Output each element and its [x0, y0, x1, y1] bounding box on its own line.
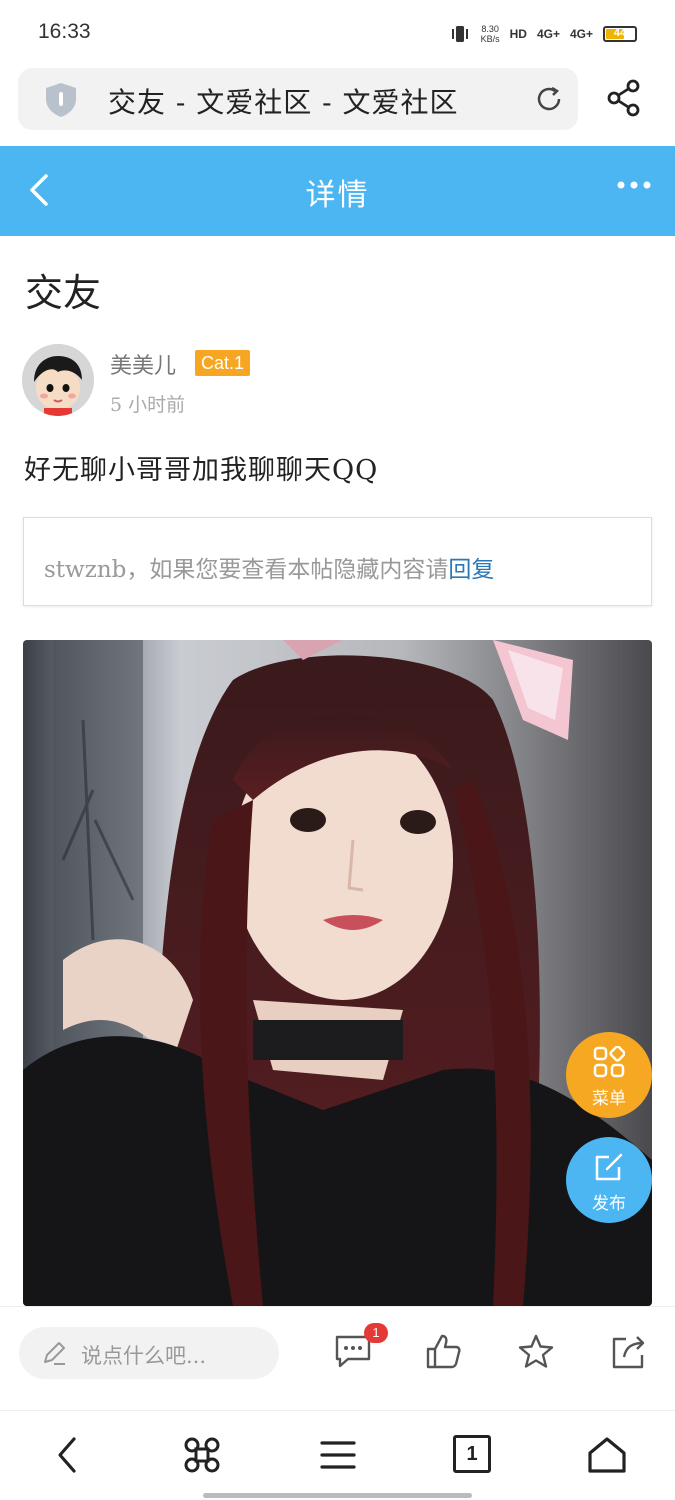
shield-icon[interactable] — [44, 82, 78, 118]
post-title: 交友 — [25, 271, 102, 315]
more-icon[interactable] — [617, 180, 651, 190]
hd-icon: HD — [509, 27, 527, 41]
battery-icon: 44 — [603, 26, 637, 42]
hidden-content-notice: stwznb，如果您要查看本帖隐藏内容请回复 — [23, 517, 652, 606]
reply-link[interactable]: 回复 — [448, 557, 494, 583]
star-icon[interactable] — [517, 1333, 555, 1371]
share-icon[interactable] — [604, 78, 644, 118]
comment-placeholder: 说点什么吧... — [81, 1344, 207, 1368]
action-bar: 说点什么吧... 1 — [0, 1306, 675, 1410]
address-bar[interactable]: 交友 - 文爱社区 - 文爱社区 — [18, 68, 578, 130]
status-icons: 8.30 KB/s HD 4G+ 4G+ 44 — [449, 20, 637, 48]
header-title: 详情 — [305, 178, 370, 213]
status-time: 16:33 — [38, 20, 91, 43]
apps-icon[interactable] — [182, 1435, 222, 1475]
nav-back-icon[interactable] — [52, 1435, 82, 1475]
like-icon[interactable] — [424, 1333, 462, 1371]
status-bar: 16:33 8.30 KB/s HD 4G+ 4G+ 44 — [0, 0, 675, 64]
post-time: 5 小时前 — [110, 394, 186, 416]
net-speed-value: 8.30 — [481, 24, 499, 34]
home-indicator — [203, 1493, 472, 1498]
browser-nav-bar: 1 — [0, 1410, 675, 1500]
signal-icon-sim2: 4G+ — [569, 27, 593, 41]
page-title: 交友 - 文爱社区 - 文爱社区 — [108, 86, 459, 119]
net-speed-unit: KB/s — [480, 34, 500, 44]
hidden-notice-label: stwznb，如果您要查看本帖隐藏内容请 — [44, 557, 449, 583]
avatar[interactable] — [22, 344, 94, 416]
net-speed: 8.30 KB/s — [481, 24, 500, 44]
reload-icon[interactable] — [534, 84, 564, 114]
home-icon[interactable] — [586, 1435, 628, 1475]
comment-input[interactable]: 说点什么吧... — [19, 1327, 279, 1379]
comment-count-badge: 1 — [364, 1323, 388, 1343]
publish-button[interactable]: 发布 — [566, 1137, 652, 1223]
grid-icon — [593, 1046, 625, 1078]
menu-lines-icon[interactable] — [320, 1435, 356, 1475]
menu-button-label: 菜单 — [592, 1089, 626, 1109]
tabs-icon[interactable]: 1 — [453, 1435, 491, 1473]
pencil-icon — [44, 1342, 65, 1365]
publish-button-label: 发布 — [592, 1194, 626, 1214]
post-body: 好无聊小哥哥加我聊聊天QQ — [24, 455, 379, 486]
menu-button[interactable]: 菜单 — [566, 1032, 652, 1118]
post-photo-image — [23, 640, 652, 1306]
post-photo[interactable] — [23, 640, 652, 1306]
hidden-notice-text: stwznb，如果您要查看本帖隐藏内容请回复 — [44, 550, 494, 584]
app-header: 详情 — [0, 146, 675, 236]
signal-icon-sim1: 4G+ — [536, 27, 560, 41]
vibrate-icon — [451, 26, 468, 42]
level-badge: Cat.1 — [195, 350, 251, 376]
forward-icon[interactable] — [610, 1333, 648, 1371]
edit-icon — [595, 1153, 623, 1181]
author-name[interactable]: 美美儿 — [110, 348, 176, 380]
battery-level: 44 — [613, 27, 627, 39]
avatar-image — [22, 344, 94, 416]
